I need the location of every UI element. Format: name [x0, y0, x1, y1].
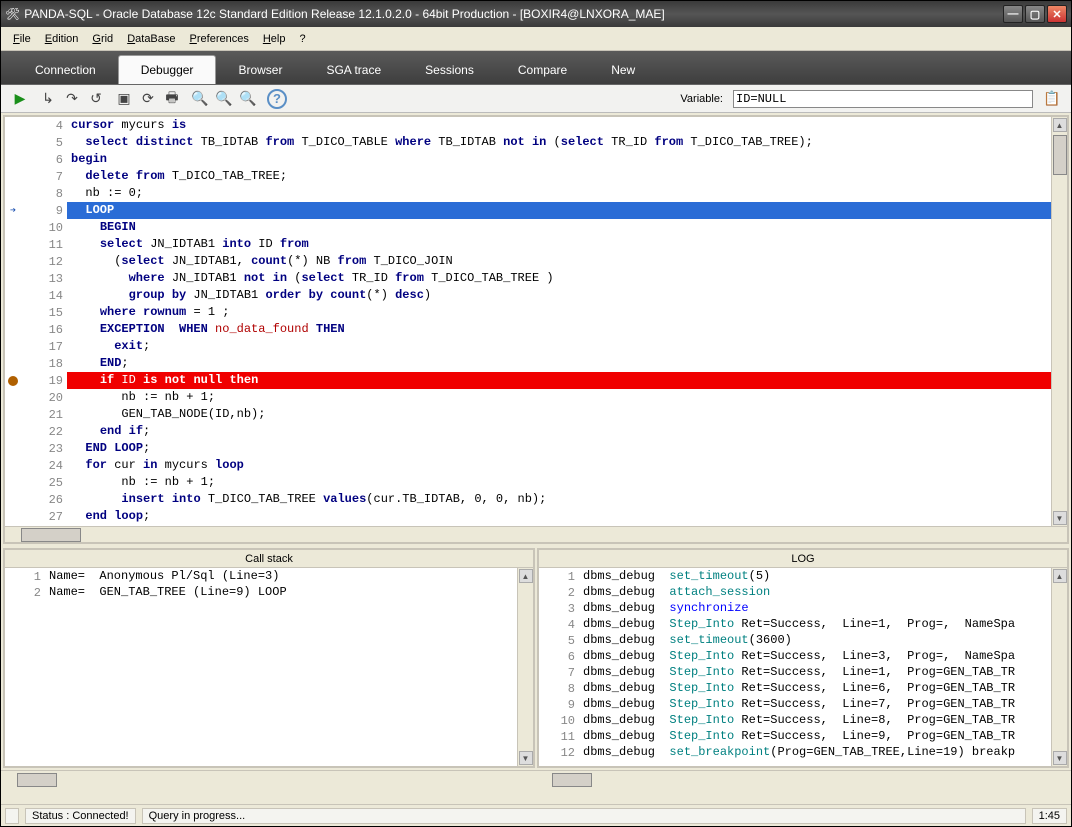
log-row[interactable]: dbms_debug Step_Into Ret=Success, Line=9…: [579, 728, 1051, 744]
callstack-panel: Call stack 12 Name= Anonymous Pl/Sql (Li…: [3, 548, 535, 768]
code-line[interactable]: end loop;: [67, 508, 1051, 525]
close-button[interactable]: ✕: [1047, 5, 1067, 23]
code-line[interactable]: EXCEPTION WHEN no_data_found THEN: [67, 321, 1051, 338]
find-prev-icon[interactable]: 🔍: [215, 90, 233, 108]
statusbar: Status : Connected! Query in progress...…: [1, 804, 1071, 826]
log-row[interactable]: dbms_debug set_timeout(3600): [579, 632, 1051, 648]
help-icon[interactable]: ?: [267, 89, 287, 109]
callstack-vscroll[interactable]: ▲▼: [517, 568, 533, 766]
callstack-title: Call stack: [5, 550, 533, 568]
status-query: Query in progress...: [142, 808, 1026, 824]
status-time: 1:45: [1032, 808, 1067, 824]
variable-label: Variable:: [680, 93, 723, 105]
code-line[interactable]: nb := nb + 1;: [67, 389, 1051, 406]
code-line[interactable]: select distinct TB_IDTAB from T_DICO_TAB…: [67, 134, 1051, 151]
tab-sessions[interactable]: Sessions: [403, 56, 496, 84]
callstack-row[interactable]: Name= GEN_TAB_TREE (Line=9) LOOP: [45, 584, 517, 600]
tab-new[interactable]: New: [589, 56, 657, 84]
menu-file[interactable]: File: [7, 31, 37, 47]
print-icon[interactable]: 🖶: [163, 90, 181, 108]
log-body[interactable]: dbms_debug set_timeout(5)dbms_debug atta…: [579, 568, 1051, 766]
log-row[interactable]: dbms_debug attach_session: [579, 584, 1051, 600]
code-line[interactable]: LOOP: [67, 202, 1051, 219]
editor-vscroll[interactable]: ▲ ▼: [1051, 117, 1067, 526]
code-line[interactable]: cursor mycurs is: [67, 117, 1051, 134]
variable-input[interactable]: [733, 90, 1033, 108]
callstack-body[interactable]: Name= Anonymous Pl/Sql (Line=3)Name= GEN…: [45, 568, 517, 766]
log-row[interactable]: dbms_debug Step_Into Ret=Success, Line=1…: [579, 616, 1051, 632]
menu-preferences[interactable]: Preferences: [184, 31, 255, 47]
menubar: File Edition Grid DataBase Preferences H…: [1, 27, 1071, 51]
tab-sga[interactable]: SGA trace: [304, 56, 403, 84]
log-row[interactable]: dbms_debug Step_Into Ret=Success, Line=6…: [579, 680, 1051, 696]
menu-help[interactable]: Help: [257, 31, 292, 47]
app-icon: 🛠: [5, 7, 20, 21]
code-line[interactable]: if ID is not null then: [67, 372, 1051, 389]
maximize-button[interactable]: ▢: [1025, 5, 1045, 23]
log-row[interactable]: dbms_debug synchronize: [579, 600, 1051, 616]
code-line[interactable]: where JN_IDTAB1 not in (select TR_ID fro…: [67, 270, 1051, 287]
scroll-up-icon[interactable]: ▲: [1053, 118, 1067, 132]
tab-connection[interactable]: Connection: [13, 56, 118, 84]
copy-icon[interactable]: 📋: [1043, 90, 1061, 108]
minimize-button[interactable]: —: [1003, 5, 1023, 23]
log-gutter: 123456789101112: [539, 568, 579, 766]
log-title: LOG: [539, 550, 1067, 568]
code-line[interactable]: group by JN_IDTAB1 order by count(*) des…: [67, 287, 1051, 304]
log-row[interactable]: dbms_debug Step_Into Ret=Success, Line=7…: [579, 696, 1051, 712]
code-editor[interactable]: 456789➔101112131415161718192021222324252…: [5, 117, 1067, 526]
code-line[interactable]: select JN_IDTAB1 into ID from: [67, 236, 1051, 253]
window-title: PANDA-SQL - Oracle Database 12c Standard…: [24, 7, 1003, 21]
code-line[interactable]: END LOOP;: [67, 440, 1051, 457]
bottom-hscroll[interactable]: [1, 770, 1071, 788]
tab-browser[interactable]: Browser: [216, 56, 304, 84]
log-vscroll[interactable]: ▲▼: [1051, 568, 1067, 766]
code-line[interactable]: GEN_TAB_NODE(ID,nb);: [67, 406, 1051, 423]
find-next-icon[interactable]: 🔍: [239, 90, 257, 108]
titlebar: 🛠 PANDA-SQL - Oracle Database 12c Standa…: [1, 1, 1071, 27]
toolbar: ▶ ↳ ↷ ↺ ▣ ⟳ 🖶 🔍 🔍 🔍 ? Variable: 📋: [1, 85, 1071, 113]
callstack-row[interactable]: Name= Anonymous Pl/Sql (Line=3): [45, 568, 517, 584]
log-row[interactable]: dbms_debug set_timeout(5): [579, 568, 1051, 584]
status-indicator: [5, 808, 19, 824]
callstack-gutter: 12: [5, 568, 45, 766]
refresh-icon[interactable]: ⟳: [139, 90, 157, 108]
step-over-icon[interactable]: ↷: [63, 90, 81, 108]
code-line[interactable]: BEGIN: [67, 219, 1051, 236]
menu-edition[interactable]: Edition: [39, 31, 85, 47]
tab-compare[interactable]: Compare: [496, 56, 589, 84]
menu-grid[interactable]: Grid: [86, 31, 119, 47]
code-line[interactable]: END;: [67, 355, 1051, 372]
log-row[interactable]: dbms_debug Step_Into Ret=Success, Line=8…: [579, 712, 1051, 728]
code-body[interactable]: cursor mycurs is select distinct TB_IDTA…: [67, 117, 1051, 526]
code-line[interactable]: end if;: [67, 423, 1051, 440]
find-icon[interactable]: 🔍: [191, 90, 209, 108]
tab-debugger[interactable]: Debugger: [118, 55, 217, 84]
gutter: 456789➔101112131415161718192021222324252…: [5, 117, 67, 526]
code-line[interactable]: begin: [67, 151, 1051, 168]
code-line[interactable]: delete from T_DICO_TAB_TREE;: [67, 168, 1051, 185]
log-row[interactable]: dbms_debug Step_Into Ret=Success, Line=1…: [579, 664, 1051, 680]
stop-icon[interactable]: ▣: [115, 90, 133, 108]
code-line[interactable]: for cur in mycurs loop: [67, 457, 1051, 474]
code-line[interactable]: nb := 0;: [67, 185, 1051, 202]
menu-database[interactable]: DataBase: [121, 31, 181, 47]
tabbar: Connection Debugger Browser SGA trace Se…: [1, 51, 1071, 85]
code-line[interactable]: insert into T_DICO_TAB_TREE values(cur.T…: [67, 491, 1051, 508]
code-line[interactable]: where rownum = 1 ;: [67, 304, 1051, 321]
status-connected: Status : Connected!: [25, 808, 136, 824]
log-row[interactable]: dbms_debug set_breakpoint(Prog=GEN_TAB_T…: [579, 744, 1051, 760]
editor-hscroll[interactable]: [5, 526, 1067, 542]
menu-question[interactable]: ?: [293, 31, 311, 47]
log-row[interactable]: dbms_debug Step_Into Ret=Success, Line=3…: [579, 648, 1051, 664]
run-icon[interactable]: ▶: [11, 90, 29, 108]
step-into-icon[interactable]: ↳: [39, 90, 57, 108]
code-line[interactable]: (select JN_IDTAB1, count(*) NB from T_DI…: [67, 253, 1051, 270]
log-panel: LOG 123456789101112 dbms_debug set_timeo…: [537, 548, 1069, 768]
scroll-down-icon[interactable]: ▼: [1053, 511, 1067, 525]
code-line[interactable]: exit;: [67, 338, 1051, 355]
code-line[interactable]: nb := nb + 1;: [67, 474, 1051, 491]
step-out-icon[interactable]: ↺: [87, 90, 105, 108]
